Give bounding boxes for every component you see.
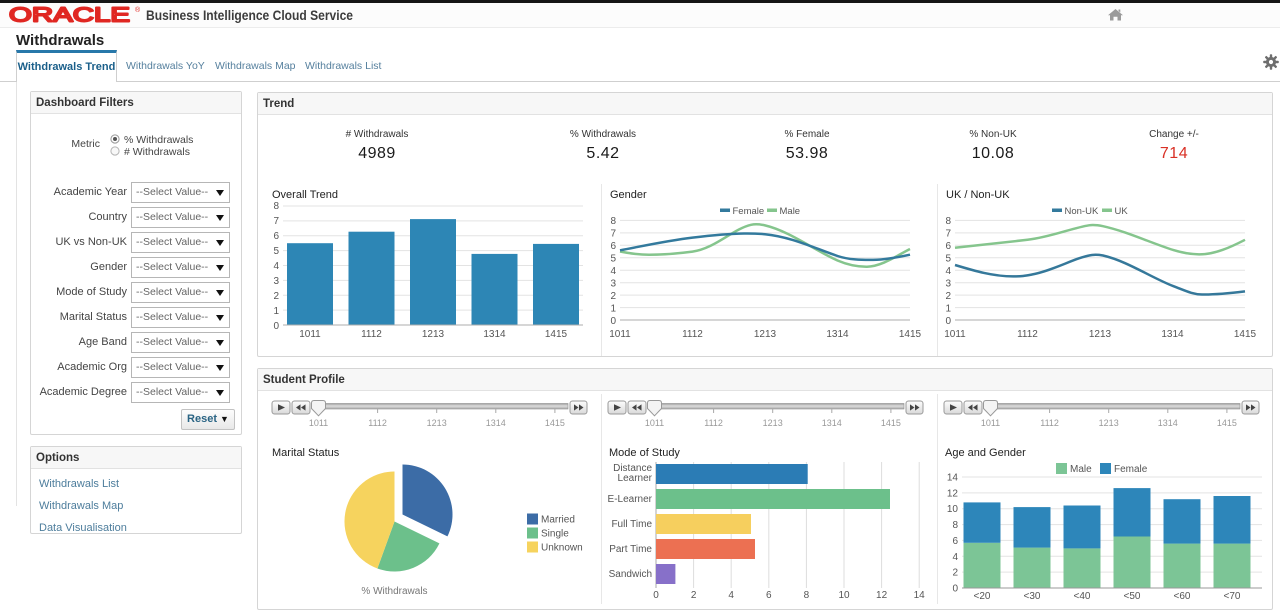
svg-text:0: 0 [952,584,958,595]
svg-text:8: 8 [952,520,958,531]
svg-text:Married: Married [541,515,575,526]
svg-text:4: 4 [728,590,734,601]
svg-text:0: 0 [273,321,279,332]
svg-text:6: 6 [273,231,279,242]
svg-text:1112: 1112 [682,329,703,340]
svg-text:1112: 1112 [1017,329,1038,340]
svg-text:0: 0 [945,316,951,327]
svg-text:0: 0 [653,590,659,601]
svg-text:Sandwich: Sandwich [609,569,652,580]
svg-text:2: 2 [610,291,616,302]
svg-text:1415: 1415 [545,329,568,340]
svg-text:1011: 1011 [299,329,321,340]
svg-text:12: 12 [947,488,959,499]
svg-text:Male: Male [780,206,801,217]
svg-text:6: 6 [610,241,616,252]
svg-text:4: 4 [610,266,616,277]
svg-text:1314: 1314 [1161,329,1184,340]
svg-text:4: 4 [952,552,958,563]
svg-text:1011: 1011 [609,329,631,340]
svg-text:2: 2 [691,590,697,601]
svg-text:Learner: Learner [618,473,653,484]
svg-text:Male: Male [1070,464,1092,475]
svg-text:10: 10 [947,504,959,515]
svg-text:Overall Trend: Overall Trend [272,189,338,201]
svg-text:5: 5 [273,246,279,257]
svg-text:Gender: Gender [610,189,647,201]
svg-text:3: 3 [610,279,616,290]
svg-text:2: 2 [945,291,951,302]
svg-text:10: 10 [838,590,850,601]
svg-text:1213: 1213 [422,329,445,340]
svg-text:<60: <60 [1174,591,1191,602]
svg-text:3: 3 [273,276,279,287]
svg-text:8: 8 [945,216,951,227]
svg-text:Female: Female [1114,464,1148,475]
svg-text:5: 5 [610,254,616,265]
svg-text:1314: 1314 [483,329,506,340]
svg-text:UK / Non-UK: UK / Non-UK [946,189,1010,201]
svg-text:14: 14 [947,473,959,484]
svg-text:Marital Status: Marital Status [272,447,340,459]
svg-text:<50: <50 [1124,591,1141,602]
svg-text:1213: 1213 [1089,329,1112,340]
svg-text:1: 1 [273,306,279,317]
svg-text:Single: Single [541,529,569,540]
svg-text:6: 6 [952,536,958,547]
svg-text:1: 1 [945,304,951,315]
svg-text:Female: Female [733,206,765,217]
svg-text:7: 7 [273,216,279,227]
svg-text:12: 12 [876,590,888,601]
svg-text:<20: <20 [974,591,991,602]
svg-text:Part Time: Part Time [609,544,652,555]
svg-text:Non-UK: Non-UK [1065,206,1099,217]
svg-text:Business Intelligence Cloud Se: Business Intelligence Cloud Service [146,8,353,23]
svg-text:1415: 1415 [1234,329,1257,340]
svg-text:0: 0 [610,316,616,327]
svg-text:8: 8 [804,590,810,601]
svg-text:8: 8 [610,216,616,227]
svg-text:5: 5 [945,254,951,265]
svg-text:4: 4 [273,261,279,272]
svg-text:% Withdrawals: % Withdrawals [361,586,427,597]
svg-text:UK: UK [1115,206,1129,217]
svg-text:6: 6 [945,241,951,252]
svg-text:2: 2 [952,568,958,579]
svg-text:14: 14 [914,590,926,601]
svg-text:ORACLE: ORACLE [9,5,130,27]
svg-text:1314: 1314 [826,329,849,340]
svg-text:Mode of Study: Mode of Study [609,447,680,459]
svg-text:Full Time: Full Time [611,519,652,530]
svg-text:<70: <70 [1224,591,1241,602]
svg-text:E-Learner: E-Learner [608,494,653,505]
svg-text:2: 2 [273,291,279,302]
svg-text:1112: 1112 [361,329,382,340]
svg-text:1415: 1415 [899,329,922,340]
svg-text:1: 1 [610,304,616,315]
svg-text:8: 8 [273,201,279,212]
svg-text:7: 7 [945,229,951,240]
svg-text:3: 3 [945,279,951,290]
svg-text:Unknown: Unknown [541,543,583,554]
svg-text:Age and Gender: Age and Gender [945,447,1026,459]
svg-text:4: 4 [945,266,951,277]
svg-text:<40: <40 [1074,591,1091,602]
svg-text:7: 7 [610,229,616,240]
svg-text:6: 6 [766,590,772,601]
svg-text:®: ® [135,6,141,14]
svg-text:<30: <30 [1024,591,1041,602]
svg-text:1213: 1213 [754,329,777,340]
svg-text:1011: 1011 [944,329,966,340]
